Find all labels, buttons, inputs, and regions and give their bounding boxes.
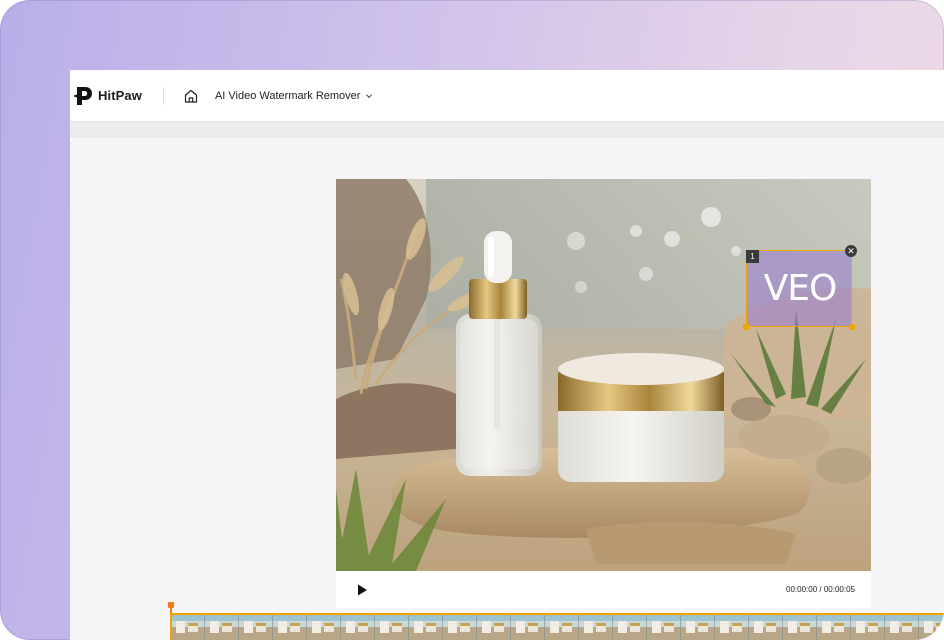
video-frame-image [336, 179, 871, 571]
resize-handle-bottom-left[interactable] [743, 324, 749, 330]
home-icon [184, 89, 198, 103]
home-button[interactable] [182, 87, 200, 105]
video-preview[interactable] [336, 179, 871, 571]
total-time: 00:00:05 [823, 585, 855, 594]
watermark-selection-box[interactable]: 1 ✕ VEO [743, 245, 857, 330]
timeline-thumbnail-strip[interactable] [170, 613, 944, 640]
remove-selection-button[interactable]: ✕ [845, 245, 857, 257]
watermark-text: VEO [763, 268, 838, 309]
toolbar-strip [70, 122, 944, 138]
hitpaw-logo-icon [73, 86, 92, 105]
screenshot-frame: HitPaw AI Video Watermark Remover 1 ✕ VE… [0, 0, 944, 640]
resize-handle-bottom-right[interactable] [849, 324, 855, 330]
time-display: 00:00:00 / 00:00:05 [786, 585, 855, 594]
app-window: HitPaw AI Video Watermark Remover 1 ✕ VE… [70, 70, 944, 640]
play-icon[interactable] [355, 583, 369, 597]
top-bar: HitPaw AI Video Watermark Remover [70, 70, 944, 122]
product-switcher-dropdown[interactable]: AI Video Watermark Remover [215, 90, 374, 102]
player-controls: 00:00:00 / 00:00:05 [336, 571, 871, 608]
brand-logo[interactable]: HitPaw [70, 70, 142, 121]
time-separator: / [819, 585, 822, 594]
current-time: 00:00:00 [786, 585, 818, 594]
product-menu-label: AI Video Watermark Remover [214, 89, 361, 102]
header-divider [162, 86, 164, 105]
brand-name: HitPaw [98, 88, 142, 103]
chevron-down-icon [366, 93, 373, 98]
editor-workspace: 1 ✕ VEO 00:00:00 / 00:00:05 [70, 138, 944, 640]
close-icon: ✕ [847, 246, 855, 256]
